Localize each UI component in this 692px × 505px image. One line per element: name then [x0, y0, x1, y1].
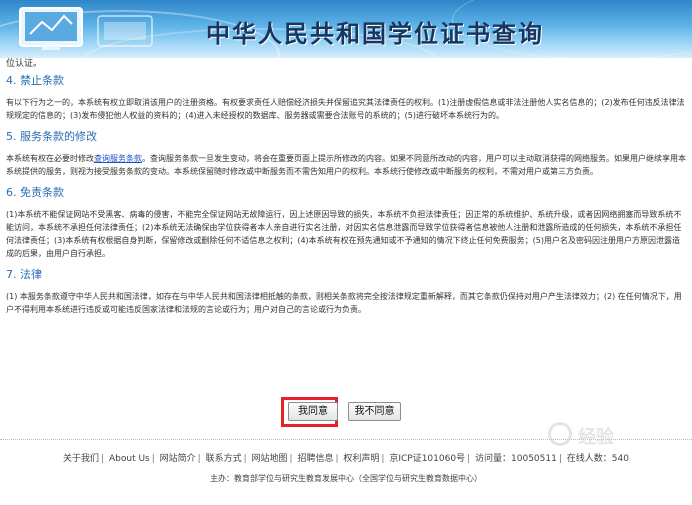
section-7-heading: 7. 法律	[6, 268, 42, 281]
computer-monitor-icon	[19, 7, 153, 50]
footer-link-rights[interactable]: 权利声明	[343, 454, 379, 464]
section-6-heading: 6. 免责条款	[6, 186, 64, 199]
terms-content: 位认证。 4. 禁止条款 有以下行为之一的，本系统有权立即取消该用户的注册资格。…	[0, 58, 692, 316]
previous-section-fragment: 位认证。	[6, 59, 43, 69]
section-4-heading: 4. 禁止条款	[6, 74, 64, 87]
section-4-text: 有以下行为之一的，本系统有权立即取消该用户的注册资格。有权要求责任人赔偿经济损失…	[6, 98, 685, 120]
footer-link-intro[interactable]: 网站简介	[160, 454, 196, 464]
visit-count: 10050511	[511, 454, 557, 464]
service-terms-link[interactable]: 查询服务条款	[94, 154, 142, 163]
watermark-logo-icon	[548, 422, 572, 446]
section-5-heading: 5. 服务条款的修改	[6, 130, 97, 143]
section-5-text: 本系统有权在必要时修改查询服务条款。查询服务条款一旦发生变动，将会在重要页面上提…	[6, 152, 686, 178]
watermark-text: 经验	[578, 427, 614, 448]
agree-button[interactable]: 我同意	[288, 402, 338, 421]
footer-links: 关于我们 | About Us | 网站简介 | 联系方式 | 网站地图 | 招聘信息 | …	[63, 454, 629, 464]
header-banner: 中华人民共和国学位证书查询	[0, 0, 692, 58]
footer-link-about[interactable]: 关于我们	[63, 454, 99, 464]
footer-link-sitemap[interactable]: 网站地图	[252, 454, 288, 464]
footer-link-jobs[interactable]: 招聘信息	[297, 454, 333, 464]
online-count: 540	[611, 454, 629, 464]
watermark: 经验	[548, 420, 676, 450]
disagree-button[interactable]: 我不同意	[348, 402, 401, 421]
footer-icp: 京ICP证101060号	[389, 454, 466, 464]
section-6-text: (1)本系统不能保证网站不受黑客、病毒的侵害，不能完全保证网站无故障运行，因上述…	[6, 210, 682, 258]
section-5-text-before: 本系统有权在必要时修改	[6, 154, 94, 163]
visits-label: 访问量：	[475, 454, 512, 464]
footer-sponsor: 主办：教育部学位与研究生教育发展中心（全国学位与研究生教育数据中心）	[210, 474, 482, 483]
footer-link-about-en[interactable]: About Us	[109, 454, 150, 464]
footer-link-contact[interactable]: 联系方式	[206, 454, 242, 464]
page-title: 中华人民共和国学位证书查询	[206, 19, 544, 48]
online-label: 在线人数：	[566, 454, 612, 464]
section-7-text: (1) 本服务条款遵守中华人民共和国法律，如存在与中华人民共和国法律相抵触的条款…	[6, 292, 682, 314]
